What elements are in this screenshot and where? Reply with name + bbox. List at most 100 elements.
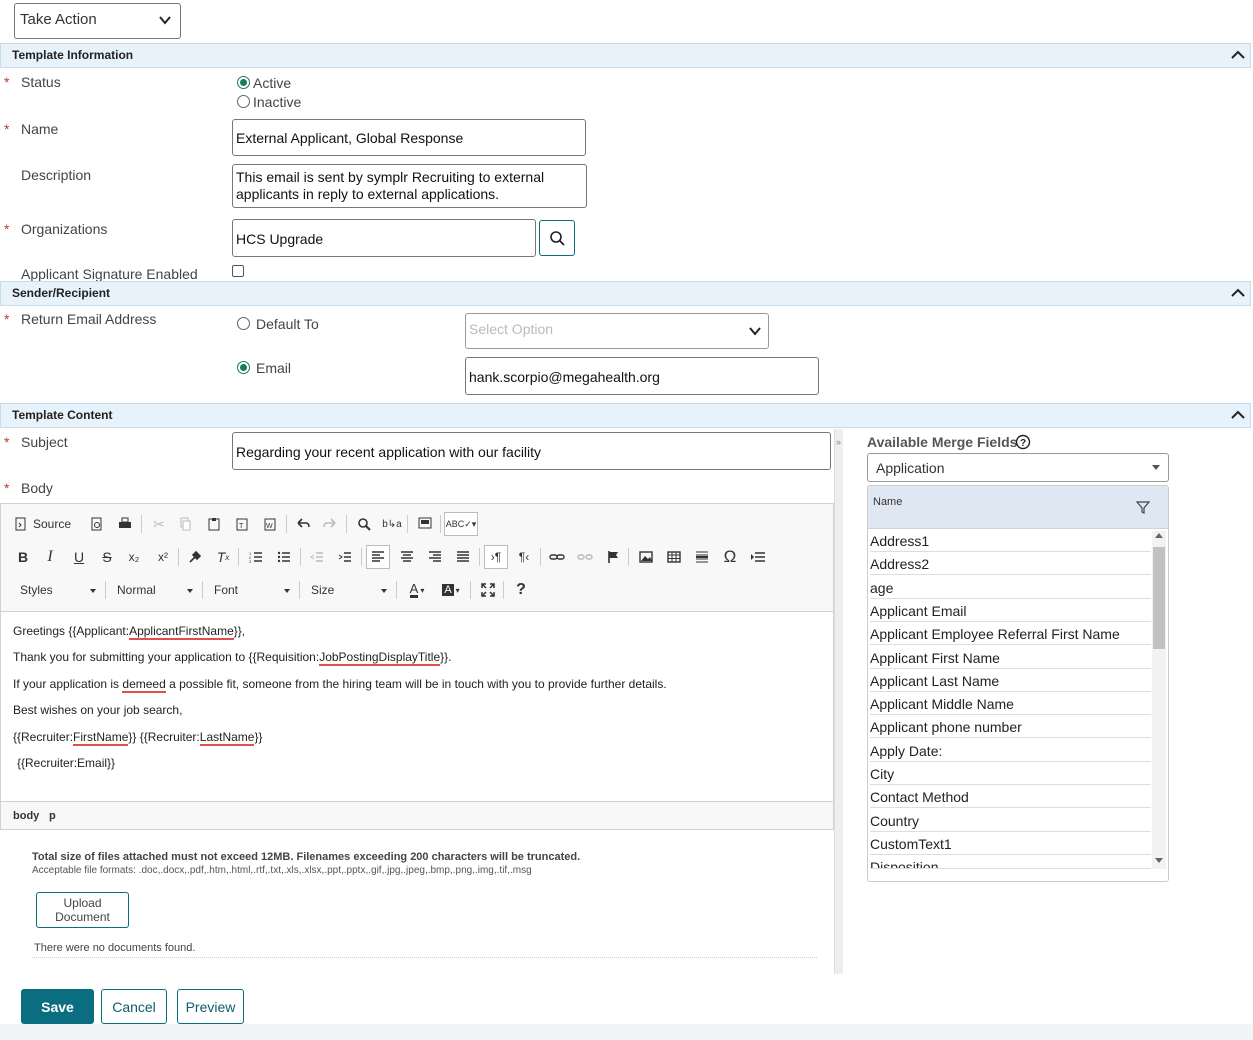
name-input[interactable]: External Applicant, Global Response <box>232 119 586 156</box>
merge-field-item[interactable]: Apply Date: <box>870 739 1151 762</box>
scroll-down-icon[interactable] <box>1155 858 1163 863</box>
link-icon[interactable] <box>545 545 569 569</box>
maximize-icon[interactable] <box>476 578 500 602</box>
copy-icon[interactable] <box>173 512 197 536</box>
undo-icon[interactable] <box>291 512 315 536</box>
upload-document-button[interactable]: Upload Document <box>36 892 129 928</box>
align-left-icon[interactable] <box>366 545 390 569</box>
filter-icon[interactable] <box>1136 500 1150 514</box>
section-template-content[interactable]: Template Content <box>0 403 1251 428</box>
paste-word-icon[interactable]: W <box>258 512 282 536</box>
description-textarea[interactable]: This email is sent by symplr Recruiting … <box>232 164 587 208</box>
help-circle-icon[interactable]: ? <box>1015 434 1031 450</box>
superscript-icon[interactable]: x² <box>151 545 175 569</box>
signature-checkbox[interactable] <box>232 265 244 277</box>
anchor-flag-icon[interactable] <box>601 545 625 569</box>
panel-splitter[interactable]: » <box>834 429 843 974</box>
unlink-icon[interactable] <box>573 545 597 569</box>
scroll-thumb[interactable] <box>1153 547 1165 649</box>
column-name[interactable]: Name <box>873 496 902 508</box>
default-to-radio[interactable] <box>237 317 250 330</box>
status-inactive-radio[interactable] <box>237 95 250 108</box>
underline-icon[interactable]: U <box>67 545 91 569</box>
cut-icon[interactable]: ✂ <box>147 512 171 536</box>
text-color-icon[interactable]: A ▾ <box>402 578 432 602</box>
merge-field-item[interactable]: CustomText1 <box>870 832 1151 855</box>
ltr-icon[interactable]: ›¶ <box>484 545 508 569</box>
chevron-up-icon[interactable] <box>1230 285 1246 301</box>
default-to-select[interactable]: Select Option <box>465 313 769 349</box>
merge-field-item[interactable]: Country <box>870 809 1151 832</box>
organization-search-button[interactable] <box>539 220 575 256</box>
section-sender-recipient[interactable]: Sender/Recipient <box>0 281 1251 306</box>
path-p[interactable]: p <box>49 810 56 822</box>
print-icon[interactable] <box>113 512 137 536</box>
preview-button[interactable]: Preview <box>177 989 244 1024</box>
align-center-icon[interactable] <box>395 545 419 569</box>
image-icon[interactable] <box>634 545 658 569</box>
background-color-icon[interactable]: A ▾ <box>436 578 466 602</box>
format-combo[interactable]: Normal <box>117 583 195 597</box>
merge-field-item[interactable]: age <box>870 576 1151 599</box>
status-active-radio[interactable] <box>237 76 250 89</box>
expand-icon: » <box>836 437 842 447</box>
italic-icon[interactable]: I <box>38 545 62 569</box>
align-right-icon[interactable] <box>423 545 447 569</box>
chevron-up-icon[interactable] <box>1230 407 1246 423</box>
take-action-dropdown[interactable]: Take Action <box>14 3 181 39</box>
merge-field-item[interactable]: Address1 <box>870 529 1151 552</box>
merge-field-item[interactable]: Applicant Last Name <box>870 669 1151 692</box>
path-body[interactable]: body <box>13 810 39 822</box>
merge-field-item[interactable]: Applicant Employee Referral First Name <box>870 622 1151 646</box>
special-char-icon[interactable]: Ω <box>718 545 742 569</box>
merge-field-item[interactable]: Applicant Email <box>870 599 1151 622</box>
find-icon[interactable] <box>352 512 376 536</box>
source-button[interactable]: Source <box>14 512 76 536</box>
email-radio[interactable] <box>237 361 250 374</box>
rtl-icon[interactable]: ¶‹ <box>512 545 536 569</box>
table-icon[interactable] <box>662 545 686 569</box>
font-combo[interactable]: Font <box>214 583 292 597</box>
horizontal-line-icon[interactable] <box>690 545 714 569</box>
align-justify-icon[interactable] <box>451 545 475 569</box>
page-break-icon[interactable] <box>746 545 770 569</box>
merge-field-item[interactable]: Disposition <box>870 855 1151 869</box>
replace-icon[interactable]: b↳a <box>380 512 404 536</box>
numbered-list-icon[interactable]: 123 <box>244 545 268 569</box>
email-input[interactable]: hank.scorpio@megahealth.org <box>465 357 819 395</box>
merge-field-item[interactable]: Applicant Middle Name <box>870 692 1151 716</box>
scroll-up-icon[interactable] <box>1155 533 1163 538</box>
strikethrough-icon[interactable]: S <box>95 545 119 569</box>
preview-doc-icon[interactable] <box>85 512 109 536</box>
chevron-up-icon[interactable] <box>1230 47 1246 63</box>
scrollbar[interactable] <box>1152 531 1166 869</box>
merge-category-value: Application <box>876 460 945 476</box>
merge-field-item[interactable]: Contact Method <box>870 785 1151 809</box>
remove-format-icon[interactable]: Tx <box>211 545 235 569</box>
select-all-icon[interactable] <box>413 512 437 536</box>
section-template-information[interactable]: Template Information <box>0 43 1251 68</box>
indent-icon[interactable] <box>333 545 357 569</box>
required-marker: * <box>4 311 10 327</box>
cancel-button[interactable]: Cancel <box>101 989 167 1024</box>
copy-format-icon[interactable] <box>183 545 207 569</box>
bold-icon[interactable]: B <box>11 545 35 569</box>
spellcheck-button[interactable]: ABC✓▾ <box>444 512 478 536</box>
paste-text-icon[interactable]: T <box>230 512 254 536</box>
bulleted-list-icon[interactable] <box>272 545 296 569</box>
subject-input[interactable]: Regarding your recent application with o… <box>232 432 831 470</box>
outdent-icon[interactable] <box>305 545 329 569</box>
help-icon[interactable]: ? <box>509 578 533 602</box>
merge-field-item[interactable]: Applicant phone number <box>870 715 1151 739</box>
merge-field-item[interactable]: Applicant First Name <box>870 646 1151 669</box>
organizations-input[interactable]: HCS Upgrade <box>232 219 536 257</box>
subscript-icon[interactable]: x₂ <box>122 545 146 569</box>
paste-icon[interactable] <box>202 512 226 536</box>
styles-combo[interactable]: Styles <box>20 583 98 597</box>
save-button[interactable]: Save <box>21 989 94 1024</box>
redo-icon[interactable] <box>318 512 342 536</box>
merge-field-item[interactable]: Address2 <box>870 552 1151 576</box>
merge-field-item[interactable]: City <box>870 762 1151 785</box>
size-combo[interactable]: Size <box>311 583 389 597</box>
merge-category-select[interactable]: Application <box>867 453 1169 482</box>
